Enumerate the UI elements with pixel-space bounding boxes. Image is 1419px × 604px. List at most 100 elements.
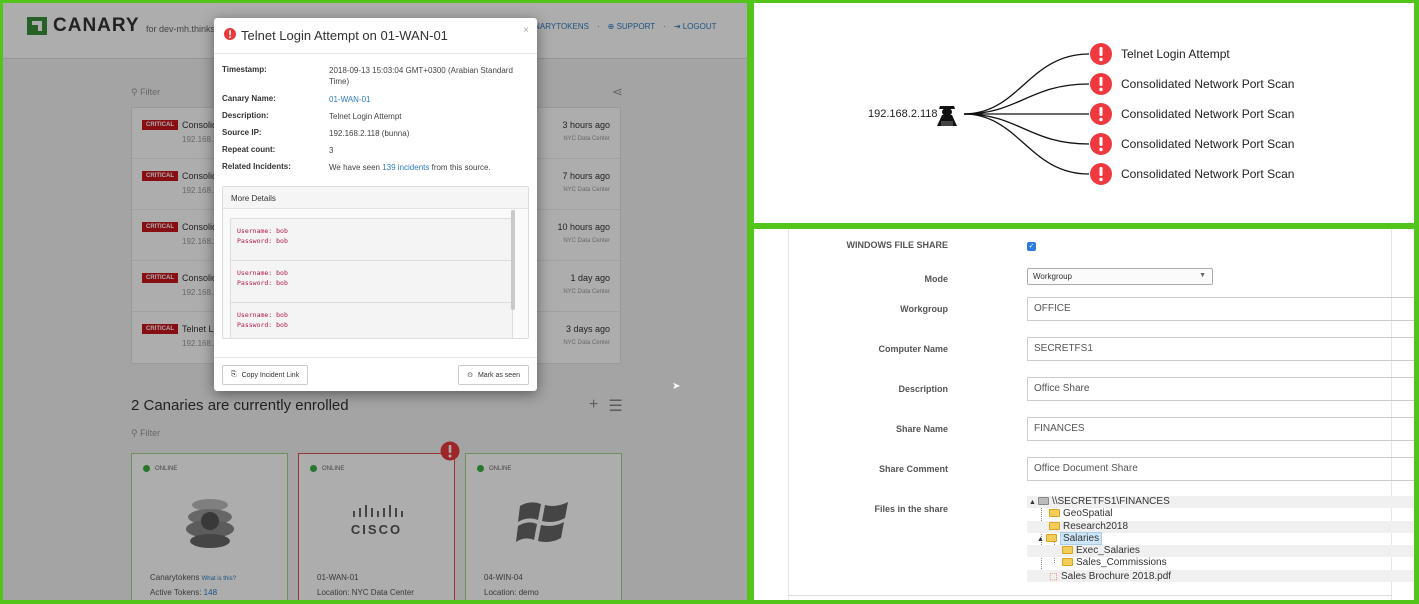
credential-log: Username: bob Password: bob Username: bob… — [230, 218, 513, 338]
tree-node-root[interactable]: ▲ \\SECRETFS1\FINANCES — [1027, 496, 1414, 509]
add-icon[interactable]: + — [589, 396, 598, 416]
source-ip: 192.168.2.118 — [868, 108, 938, 120]
share-name-input[interactable]: FINANCES — [1027, 417, 1414, 441]
file-share-settings-panel: WINDOWS FILE SHARE ✓ Mode Workgroup ▼ Wor… — [754, 229, 1414, 600]
canary-card-04-win-04[interactable]: ONLINE 04-WIN-04 Location: demo — [465, 453, 622, 600]
computer-name-input[interactable]: SECRETFS1 — [1027, 337, 1414, 361]
search-icon: ⚲ — [131, 428, 138, 438]
tree-label: Sales_Commissions — [1076, 557, 1167, 569]
windows-logo-icon — [466, 486, 621, 556]
nav-logout-link[interactable]: ⇥ LOGOUT — [674, 22, 717, 31]
folder-icon — [1049, 521, 1060, 530]
alert-item[interactable]: Consolidated Network Port Scan — [1090, 103, 1294, 125]
alert-item[interactable]: Telnet Login Attempt — [1090, 43, 1230, 65]
tree-label: Research2018 — [1063, 520, 1129, 532]
modal-title: Telnet Login Attempt on 01-WAN-01 — [241, 28, 448, 43]
mouse-cursor-icon: ➤ — [672, 381, 681, 392]
windows-share-checkbox[interactable]: ✓ — [1027, 242, 1036, 251]
canary-card-canarytokens[interactable]: ONLINE Canarytokens What is this? Active… — [131, 453, 288, 600]
tree-label: Sales Brochure 2018.pdf — [1061, 570, 1172, 582]
expand-icon: ▲ — [1037, 535, 1044, 543]
what-is-this-link[interactable]: What is this? — [202, 576, 236, 582]
canary-cards: ONLINE Canarytokens What is this? Active… — [131, 453, 622, 600]
clipboard-icon: ⎘ — [231, 371, 237, 378]
username-text: Username: bob — [237, 269, 288, 277]
cisco-logo-text: CISCO — [350, 522, 403, 537]
incident-time: 7 hours ago — [562, 171, 610, 181]
nav-support-link[interactable]: ⊕ SUPPORT — [608, 22, 655, 31]
card-sub-label: Active Tokens: — [150, 588, 202, 597]
exclamation-icon — [1090, 103, 1112, 125]
card-subtitle: Location: demo — [484, 588, 539, 597]
incident-location: NYC Data Center — [563, 238, 610, 244]
status-indicator: ONLINE — [477, 465, 511, 472]
cisco-bars-icon — [352, 505, 403, 517]
filter-placeholder: Filter — [140, 428, 161, 438]
related-incidents-link[interactable]: 139 incidents — [382, 163, 429, 172]
incident-location: NYC Data Center — [563, 136, 610, 142]
exclamation-icon — [1090, 133, 1112, 155]
tree-node-selected[interactable]: ▲ Salaries — [1027, 531, 1414, 545]
incident-filter-input[interactable]: ⚲ Filter — [131, 87, 160, 98]
brand-subtitle: for dev-mh.thinkst — [146, 24, 218, 34]
alert-item[interactable]: Consolidated Network Port Scan — [1090, 73, 1294, 95]
filter-placeholder: Filter — [140, 87, 161, 97]
alert-item[interactable]: Consolidated Network Port Scan — [1090, 163, 1294, 185]
incident-location: NYC Data Center — [563, 340, 610, 346]
mark-as-seen-button[interactable]: ⊙ Mark as seen — [458, 365, 529, 385]
related-post: from this source. — [429, 163, 491, 172]
tree-node[interactable]: Exec_Salaries — [1027, 545, 1414, 558]
share-icon[interactable]: ⋖ — [612, 84, 623, 100]
workgroup-label: Workgroup — [900, 304, 948, 314]
copy-incident-link-button[interactable]: ⎘ Copy Incident Link — [222, 365, 309, 385]
severity-badge: CRITICAL — [142, 222, 178, 232]
expand-icon: ▲ — [1029, 499, 1036, 506]
repeat-count-value: 3 — [329, 146, 334, 155]
alert-item[interactable]: Consolidated Network Port Scan — [1090, 133, 1294, 155]
divider — [788, 595, 1392, 596]
timestamp-row: Timestamp: 2018-09-13 15:03:04 GMT+0300 … — [222, 65, 532, 87]
exclamation-icon — [440, 441, 460, 461]
close-icon[interactable]: × — [523, 25, 529, 36]
mode-select[interactable]: Workgroup ▼ — [1027, 268, 1213, 285]
canary-filter-input[interactable]: ⚲ Filter — [131, 428, 160, 439]
brand-name: CANARY — [53, 15, 140, 36]
related-incidents-label: Related Incidents: — [222, 162, 291, 171]
tree-label: GeoSpatial — [1063, 508, 1113, 520]
card-name-text: Canarytokens — [150, 573, 200, 582]
username-text: Username: bob — [237, 311, 288, 319]
incident-time: 3 days ago — [565, 324, 610, 334]
alert-icon — [224, 28, 236, 40]
tree-label: Exec_Salaries — [1076, 545, 1140, 557]
timestamp-label: Timestamp: — [222, 65, 267, 74]
tree-node[interactable]: ⬚ Sales Brochure 2018.pdf — [1027, 569, 1414, 583]
alert-label: Consolidated Network Port Scan — [1121, 107, 1295, 121]
canary-name-row: Canary Name: 01-WAN-01 — [222, 94, 532, 106]
exclamation-icon — [1090, 43, 1112, 65]
card-name: 04-WIN-04 — [484, 573, 523, 582]
canary-name-link[interactable]: 01-WAN-01 — [329, 95, 371, 104]
more-details-panel: More Details Username: bob Password: bob … — [222, 186, 529, 339]
tree-node[interactable]: Sales_Commissions — [1027, 557, 1414, 569]
workgroup-input[interactable]: OFFICE — [1027, 297, 1414, 321]
canary-card-01-wan-01[interactable]: ONLINE CISCO 01-WAN-01 Location: NYC Dat… — [298, 453, 455, 600]
share-comment-input[interactable]: Office Document Share — [1027, 457, 1414, 481]
alert-label: Consolidated Network Port Scan — [1121, 137, 1295, 151]
incident-title: Consolid — [182, 120, 218, 130]
card-name: 01-WAN-01 — [317, 573, 359, 582]
incident-time: 1 day ago — [570, 273, 610, 283]
attacker-icon — [937, 106, 957, 126]
list-view-icon[interactable]: ☰ — [608, 396, 622, 416]
tree-node[interactable]: GeoSpatial — [1027, 508, 1414, 520]
description-input[interactable]: Office Share — [1027, 377, 1414, 401]
details-scrollbar[interactable] — [511, 210, 515, 310]
active-tokens-count[interactable]: 148 — [204, 588, 217, 597]
incident-title: Consolid — [182, 222, 218, 232]
alert-label: Consolidated Network Port Scan — [1121, 77, 1295, 91]
severity-badge: CRITICAL — [142, 120, 178, 130]
status-indicator: ONLINE — [310, 465, 344, 472]
pdf-file-icon: ⬚ — [1049, 570, 1058, 581]
alert-label: Consolidated Network Port Scan — [1121, 167, 1295, 181]
source-ip-label: Source IP: — [222, 128, 262, 137]
exclamation-icon — [1090, 73, 1112, 95]
